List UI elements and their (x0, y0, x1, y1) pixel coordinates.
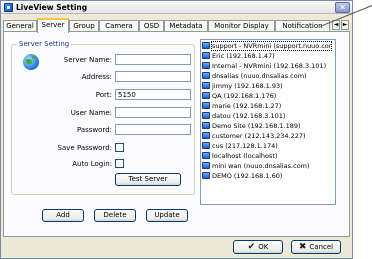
port-label: Port: (95, 91, 112, 99)
save-password-checkbox[interactable] (115, 143, 124, 152)
server-list-item[interactable]: jimmy (192.168.1.93) (202, 82, 283, 91)
server-icon (202, 52, 210, 59)
server-icon (202, 82, 210, 89)
ok-label: OK (258, 243, 269, 251)
server-icon (202, 132, 210, 139)
server-list-item[interactable]: cus (217.128.1.174) (202, 142, 278, 151)
server-list-item[interactable]: DEMO (192.168.1.60) (202, 172, 282, 181)
password-input[interactable] (115, 124, 191, 135)
server-list-item[interactable]: datou (192.168.3.101) (202, 112, 285, 121)
server-icon (202, 162, 210, 169)
app-icon (4, 3, 13, 12)
liveview-setting-window: LiveView Setting ✕ General Server Group … (0, 0, 353, 259)
server-icon (202, 142, 210, 149)
server-icon (202, 72, 210, 79)
server-icon (202, 42, 210, 49)
update-button[interactable]: Update (146, 209, 188, 222)
address-input[interactable] (115, 71, 191, 82)
server-list-item[interactable]: customer (212.143.234.227) (202, 132, 306, 141)
server-setting-title: Server Setting (17, 40, 72, 48)
globe-icon (23, 54, 39, 70)
server-name-input[interactable] (115, 54, 191, 65)
server-name-label: Server Name: (63, 56, 112, 64)
server-icon (202, 102, 210, 109)
server-list-item[interactable]: QA (192.168.1.176) (202, 92, 276, 101)
server-icon (202, 62, 210, 69)
server-list-item[interactable]: localhost (localhost) (202, 152, 278, 161)
server-icon (202, 152, 210, 159)
address-label: Address: (81, 73, 112, 81)
server-list-item[interactable]: Demo Site (192.168.1.189) (202, 122, 301, 131)
server-icon (202, 112, 210, 119)
tab-server[interactable]: Server (37, 18, 69, 33)
server-list[interactable]: support - NVRmini (support.nuuo.cor Eric… (200, 39, 336, 205)
user-name-input[interactable] (115, 107, 191, 118)
auto-login-label: Auto Login: (72, 160, 112, 168)
port-input[interactable] (115, 89, 191, 100)
cancel-label: Cancel (309, 243, 334, 251)
auto-login-checkbox[interactable] (115, 159, 124, 168)
test-server-button[interactable]: Test Server (115, 173, 181, 186)
save-password-label: Save Password: (57, 144, 112, 152)
server-list-item[interactable]: Eric (192.168.1.47) (202, 52, 275, 61)
server-list-item[interactable]: support - NVRmini (support.nuuo.cor (202, 41, 333, 51)
server-list-item[interactable]: mini wan (nuuo.dnsalias.com) (202, 162, 310, 171)
server-icon (202, 92, 210, 99)
ok-button[interactable]: ✔ OK (233, 240, 283, 254)
server-icon (202, 172, 210, 179)
server-list-item[interactable]: dnsalias (nuuo.dnsalias.com) (202, 72, 307, 81)
tab-scroll-right-button[interactable]: ► (341, 20, 349, 30)
title-bar[interactable]: LiveView Setting ✕ (1, 1, 352, 14)
add-button[interactable]: Add (42, 209, 84, 222)
password-label: Password: (76, 126, 112, 134)
server-list-item[interactable]: Internal - NVRmini (192.168.3.101) (202, 62, 326, 71)
close-button[interactable]: ✕ (335, 2, 350, 13)
server-list-item[interactable]: marie (192.168.1.27) (202, 102, 281, 111)
check-icon: ✔ (247, 242, 256, 252)
server-icon (202, 122, 210, 129)
cancel-button[interactable]: ✖ Cancel (291, 240, 341, 254)
window-title: LiveView Setting (16, 3, 88, 12)
delete-button[interactable]: Delete (94, 209, 136, 222)
cross-icon: ✖ (298, 242, 307, 252)
tab-bar: General Server Group Camera OSD Metadata… (3, 18, 353, 33)
user-name-label: User Name: (70, 109, 112, 117)
